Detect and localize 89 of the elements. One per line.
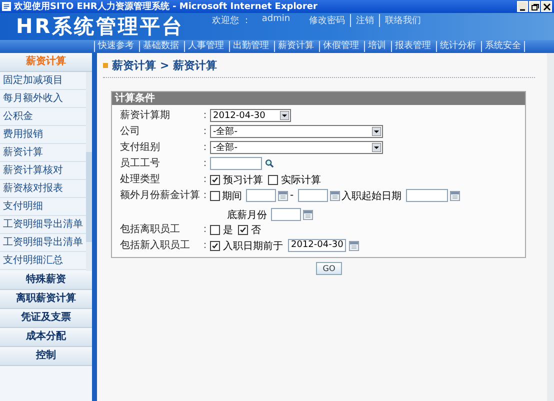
nav-tab[interactable]: 出勤管理 xyxy=(229,41,272,52)
panel-title: 计算条件 xyxy=(112,92,525,105)
dropdown-arrow-icon[interactable] xyxy=(372,143,381,152)
field-label: 公司 xyxy=(120,125,141,139)
dropdown[interactable]: -全部- xyxy=(210,125,383,138)
calendar-icon[interactable] xyxy=(303,210,313,220)
checkbox[interactable] xyxy=(210,240,220,250)
sidebar-item[interactable]: 公积金 xyxy=(0,108,86,126)
dropdown-arrow-icon[interactable] xyxy=(372,127,381,136)
sidebar-item[interactable]: 支付明细 xyxy=(0,198,86,216)
field-label: 薪资计算期 xyxy=(120,108,171,123)
sidebar-section-header[interactable]: 控制 xyxy=(0,347,92,366)
sidebar-item[interactable]: 固定加减项目 xyxy=(0,72,86,90)
checkbox-label: 入职日期前于 xyxy=(223,240,283,252)
logo-text: HR系统管理平台 xyxy=(15,13,184,40)
checkbox[interactable] xyxy=(238,224,248,234)
colon-text: ： xyxy=(200,239,210,253)
field-label: 支付组别 xyxy=(120,140,161,155)
month-field[interactable] xyxy=(271,208,301,221)
sidebar-item[interactable]: 工资明细导出清单 xyxy=(0,234,86,252)
colon-text: ： xyxy=(200,109,210,123)
colon-text: ： xyxy=(200,141,210,155)
scrollbar[interactable] xyxy=(86,72,92,271)
checkbox[interactable] xyxy=(210,224,220,234)
sidebar-section-header[interactable]: 离职薪资计算 xyxy=(0,290,92,309)
colon-text: ： xyxy=(200,173,210,187)
nav-tab[interactable]: 基础数据 xyxy=(139,41,182,52)
checkbox-label: 是 xyxy=(223,224,233,236)
dropdown[interactable]: 2012-04-30 xyxy=(210,109,291,122)
user-name: admin xyxy=(262,14,290,26)
window-title: 欢迎使用SITO EHR人力资源管理系统 - Microsoft Internet Explorer xyxy=(14,0,318,13)
field-label: 包括新入职员工 xyxy=(120,238,191,253)
sidebar-item[interactable]: 薪资计算核对 xyxy=(0,162,86,180)
colon-text: ： xyxy=(200,189,210,203)
field-label: 员工工号 xyxy=(120,157,161,171)
checkbox[interactable] xyxy=(268,174,278,184)
checkbox-label: 实际计算 xyxy=(281,174,321,186)
nav-tab[interactable]: 快速参考 xyxy=(94,41,137,52)
nav-tab[interactable]: 系统安全 xyxy=(481,41,525,52)
nav-tab[interactable]: 报表管理 xyxy=(391,41,434,52)
field-label: 额外月份薪金计算 xyxy=(120,188,200,203)
sidebar-section-header[interactable]: 凭证及支票 xyxy=(0,309,92,328)
header-link[interactable]: 修改密码 xyxy=(309,14,346,27)
sidebar-item[interactable]: 费用报销 xyxy=(0,126,86,144)
browser-icon xyxy=(2,2,11,11)
sidebar-item[interactable]: 薪资核对报表 xyxy=(0,180,86,198)
dropdown[interactable]: -全部- xyxy=(210,141,383,154)
field-label: 入职起始日期 xyxy=(342,190,402,202)
calendar-icon[interactable] xyxy=(450,190,460,200)
go-button[interactable]: GO xyxy=(316,262,342,275)
colon-text: ： xyxy=(200,125,210,139)
checkbox[interactable] xyxy=(210,174,220,184)
dash-text: - xyxy=(290,190,294,201)
search-icon[interactable] xyxy=(265,159,274,168)
calendar-icon[interactable] xyxy=(349,240,360,250)
checkbox-label: 否 xyxy=(251,224,261,236)
input-field[interactable] xyxy=(210,157,262,170)
date-field[interactable] xyxy=(406,189,448,202)
page-scrollbar[interactable] xyxy=(547,53,554,401)
sidebar-item[interactable]: 工资明细导出清单 xyxy=(0,216,86,234)
calendar-icon[interactable] xyxy=(330,190,340,200)
sidebar-section-header[interactable]: 成本分配 xyxy=(0,328,92,347)
checkbox[interactable] xyxy=(210,190,220,200)
nav-tab[interactable]: 统计分析 xyxy=(436,41,479,52)
checkbox-label: 期间 xyxy=(222,190,242,202)
dropdown-arrow-icon[interactable] xyxy=(280,111,289,120)
nav-tab[interactable]: 薪资计算 xyxy=(274,41,317,52)
date-field[interactable] xyxy=(298,189,328,202)
nav-tab[interactable]: 休假管理 xyxy=(319,41,362,52)
sidebar-section-header[interactable]: 特殊薪资 xyxy=(0,271,92,290)
calendar-icon[interactable] xyxy=(278,190,288,200)
colon-text: ： xyxy=(200,157,210,171)
sidebar-item[interactable]: 支付明细汇总 xyxy=(0,252,86,270)
nav-tab[interactable]: 人事管理 xyxy=(184,41,227,52)
breadcrumb-text: 薪资计算 xyxy=(112,58,156,73)
nav-tab[interactable]: 培训 xyxy=(364,41,389,52)
field-label: 包括离职员工 xyxy=(120,222,181,237)
breadcrumb-text: > 薪资计算 xyxy=(160,58,218,73)
field-label: 底薪月份 xyxy=(227,208,267,222)
date-field[interactable]: 2012-04-30 xyxy=(288,239,346,252)
field-label: 处理类型 xyxy=(120,172,161,187)
colon-text: ： xyxy=(200,223,210,237)
welcome-text: 欢迎您 ： xyxy=(212,14,251,27)
scroll-thumb[interactable] xyxy=(86,152,92,242)
sidebar-item[interactable]: 薪资计算 xyxy=(0,144,86,162)
bullet-icon xyxy=(103,63,108,68)
date-field[interactable] xyxy=(246,189,276,202)
checkbox-label: 预习计算 xyxy=(223,174,263,186)
sidebar-item[interactable]: 每月额外收入 xyxy=(0,90,86,108)
